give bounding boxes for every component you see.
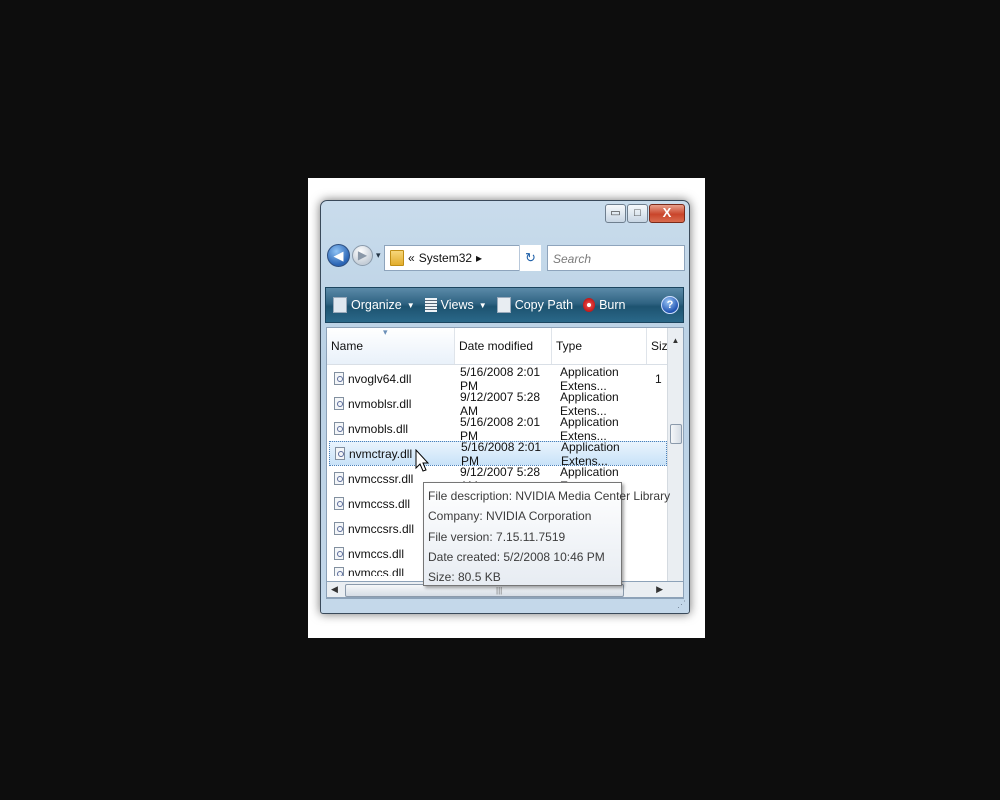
dll-file-icon [335, 447, 345, 460]
chevron-down-icon: ▼ [478, 300, 487, 310]
tooltip-version: File version: 7.15.11.7519 [428, 529, 566, 544]
file-name: nvmccsrs.dll [348, 521, 415, 536]
table-row[interactable]: nvmobls.dll 5/16/2008 2:01 PM Applicatio… [329, 414, 667, 443]
tooltip-size: Size: 80.5 KB [428, 570, 501, 585]
file-type: Application Extens... [560, 364, 619, 393]
minimize-button[interactable]: ▭ [605, 204, 626, 223]
help-icon[interactable]: ? [661, 296, 679, 314]
copy-path-label: Copy Path [514, 298, 574, 312]
breadcrumb-overflow[interactable]: « [408, 251, 415, 265]
file-name: nvmccss.dll [348, 496, 411, 511]
close-button[interactable]: X [649, 204, 685, 223]
file-info-tooltip: File description: NVIDIA Media Center Li… [423, 482, 671, 586]
back-button[interactable]: ◀ [327, 244, 350, 267]
address-bar[interactable]: « System32 ▸ ▾ [384, 245, 540, 271]
dll-file-icon [334, 522, 344, 535]
copy-path-icon [496, 297, 511, 313]
breadcrumb-arrow-icon[interactable]: ▸ [476, 251, 482, 265]
organize-button[interactable]: Organize ▼ [333, 297, 415, 313]
column-header-type[interactable]: Type [552, 328, 647, 364]
copy-path-button[interactable]: Copy Path [496, 297, 574, 313]
views-icon [424, 298, 437, 312]
dll-file-icon [334, 472, 344, 485]
dll-file-icon [334, 497, 344, 510]
file-name: nvoglv64.dll [348, 371, 412, 386]
column-header-date[interactable]: Date modified [455, 328, 552, 364]
dll-file-icon [334, 422, 344, 435]
breadcrumb-system32[interactable]: System32 [419, 251, 472, 265]
tooltip-created: Date created: 5/2/2008 10:46 PM [428, 549, 605, 564]
column-headers: Name Date modified Type Size [327, 328, 683, 365]
search-input[interactable]: Search [547, 245, 685, 271]
file-size: 1 [655, 371, 662, 386]
organize-label: Organize [351, 298, 402, 312]
file-name: nvmctray.dll [349, 446, 413, 461]
table-row[interactable]: nvoglv64.dll 5/16/2008 2:01 PM Applicati… [329, 364, 667, 393]
file-date: 9/12/2007 5:28 AM [460, 389, 541, 418]
tooltip-description: File description: NVIDIA Media Center Li… [428, 489, 671, 503]
file-date: 5/16/2008 2:01 PM [460, 364, 541, 393]
views-button[interactable]: Views ▼ [424, 298, 487, 312]
burn-disc-icon [583, 298, 596, 312]
refresh-icon[interactable]: ↻ [519, 245, 541, 271]
vertical-scroll-thumb[interactable] [670, 424, 682, 444]
vertical-scrollbar[interactable]: ▲ ▼ [667, 328, 683, 598]
file-name: nvmobls.dll [348, 421, 409, 436]
command-bar: Organize ▼ Views ▼ Copy Path Burn ? [325, 287, 684, 323]
file-name: nvmoblsr.dll [348, 396, 412, 411]
recent-pages-dropdown[interactable]: ▾ [376, 250, 381, 261]
views-label: Views [440, 298, 474, 312]
navigation-buttons: ◀ ▶ ▾ [327, 244, 381, 267]
maximize-button[interactable]: □ [627, 204, 648, 223]
scroll-up-icon[interactable]: ▲ [668, 336, 683, 345]
file-name: nvmccs.dll [348, 566, 405, 576]
file-type: Application Extens... [561, 439, 620, 468]
dll-file-icon [334, 372, 344, 385]
chevron-down-icon: ▼ [406, 300, 415, 310]
file-date: 5/16/2008 2:01 PM [460, 414, 541, 443]
file-name: nvmccssr.dll [348, 471, 414, 486]
table-row-selected[interactable]: nvmctray.dll 5/16/2008 2:01 PM Applicati… [329, 439, 667, 468]
forward-button[interactable]: ▶ [352, 245, 373, 266]
scroll-left-icon[interactable]: ◀ [331, 582, 338, 597]
dll-file-icon [334, 566, 344, 576]
dll-file-icon [334, 397, 344, 410]
scroll-right-icon[interactable]: ▶ [656, 582, 663, 597]
file-type: Application Extens... [560, 414, 619, 443]
organize-icon [333, 297, 347, 313]
column-header-name[interactable]: Name [327, 328, 455, 364]
resize-grip-icon[interactable]: ⋰ [677, 599, 686, 610]
burn-button[interactable]: Burn [583, 298, 625, 312]
file-name: nvmccs.dll [348, 546, 405, 561]
burn-label: Burn [599, 298, 626, 312]
folder-icon [390, 250, 404, 266]
mouse-cursor-icon [415, 449, 429, 472]
table-row[interactable]: nvmoblsr.dll 9/12/2007 5:28 AM Applicati… [329, 389, 667, 418]
dll-file-icon [334, 547, 344, 560]
file-type: Application Extens... [560, 389, 619, 418]
file-date: 5/16/2008 2:01 PM [461, 439, 542, 468]
tooltip-company: Company: NVIDIA Corporation [428, 509, 592, 524]
caption-buttons: ▭ □ X [604, 204, 685, 223]
